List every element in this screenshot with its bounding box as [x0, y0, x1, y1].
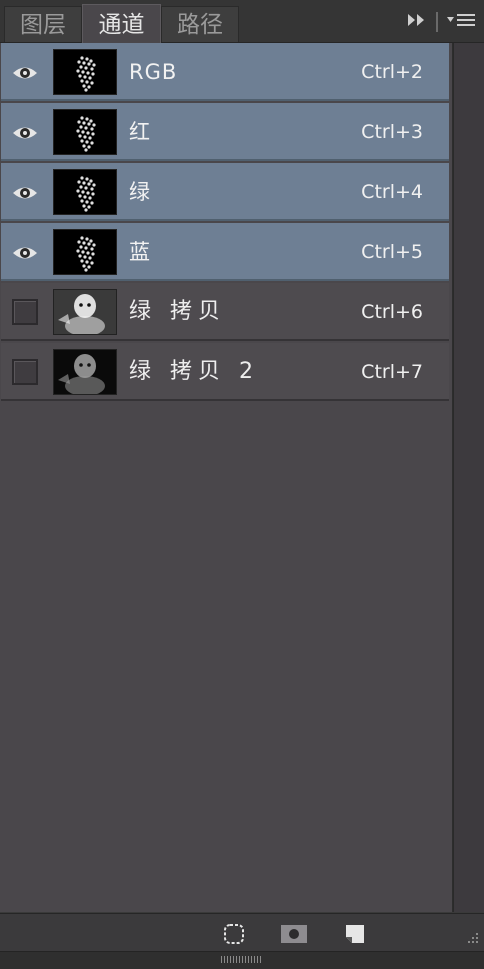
channel-shortcut: Ctrl+7 — [361, 361, 423, 383]
channel-name: 绿 拷贝 — [129, 299, 226, 324]
panel-resize-bar[interactable] — [0, 951, 484, 969]
eye-icon[interactable] — [9, 177, 41, 209]
channel-thumbnail — [53, 289, 117, 335]
channel-row[interactable]: 蓝 Ctrl+5 — [1, 223, 449, 281]
channel-shortcut: Ctrl+3 — [361, 121, 423, 143]
channel-row[interactable]: 绿 拷贝 2 Ctrl+7 — [1, 343, 449, 401]
channel-row[interactable]: 红 Ctrl+3 — [1, 103, 449, 161]
eye-icon[interactable] — [9, 117, 41, 149]
scrollbar-track[interactable] — [453, 43, 484, 912]
eye-icon[interactable] — [9, 57, 41, 89]
channel-shortcut: Ctrl+4 — [361, 181, 423, 203]
channel-row[interactable]: 绿 Ctrl+4 — [1, 163, 449, 221]
panel-toolbar — [406, 10, 476, 34]
channel-name: 绿 拷贝 2 — [129, 359, 259, 384]
panel-tab-bar: 图层 通道 路径 — [0, 0, 484, 43]
panel-menu-icon[interactable] — [446, 12, 476, 32]
visibility-toggle[interactable] — [12, 299, 38, 325]
channel-thumbnail — [53, 169, 117, 215]
visibility-toggle[interactable] — [12, 359, 38, 385]
channel-name: 绿 — [129, 180, 151, 204]
toolbar-separator — [436, 12, 438, 32]
channel-row[interactable]: 绿 拷贝 Ctrl+6 — [1, 283, 449, 341]
new-channel-icon[interactable] — [343, 923, 367, 949]
channel-thumbnail — [53, 109, 117, 155]
eye-icon[interactable] — [9, 237, 41, 269]
channel-name: 红 — [129, 120, 151, 144]
selection-from-channel-icon[interactable] — [222, 923, 246, 949]
resize-handle[interactable] — [221, 956, 261, 963]
tab-channels[interactable]: 通道 — [82, 4, 161, 43]
tab-paths[interactable]: 路径 — [161, 6, 239, 42]
resize-grip-icon[interactable] — [462, 930, 480, 949]
channel-shortcut: Ctrl+5 — [361, 241, 423, 263]
channel-thumbnail — [53, 349, 117, 395]
channel-shortcut: Ctrl+2 — [361, 61, 423, 83]
panel-footer — [0, 913, 484, 952]
channel-row[interactable]: RGB Ctrl+2 — [1, 43, 449, 101]
channel-thumbnail — [53, 229, 117, 275]
tab-layers[interactable]: 图层 — [4, 6, 82, 42]
channel-name: 蓝 — [129, 240, 151, 264]
save-selection-icon[interactable] — [280, 923, 308, 949]
double-chevron-right-icon[interactable] — [406, 12, 428, 32]
channel-name: RGB — [129, 60, 178, 84]
channel-shortcut: Ctrl+6 — [361, 301, 423, 323]
channel-thumbnail — [53, 49, 117, 95]
